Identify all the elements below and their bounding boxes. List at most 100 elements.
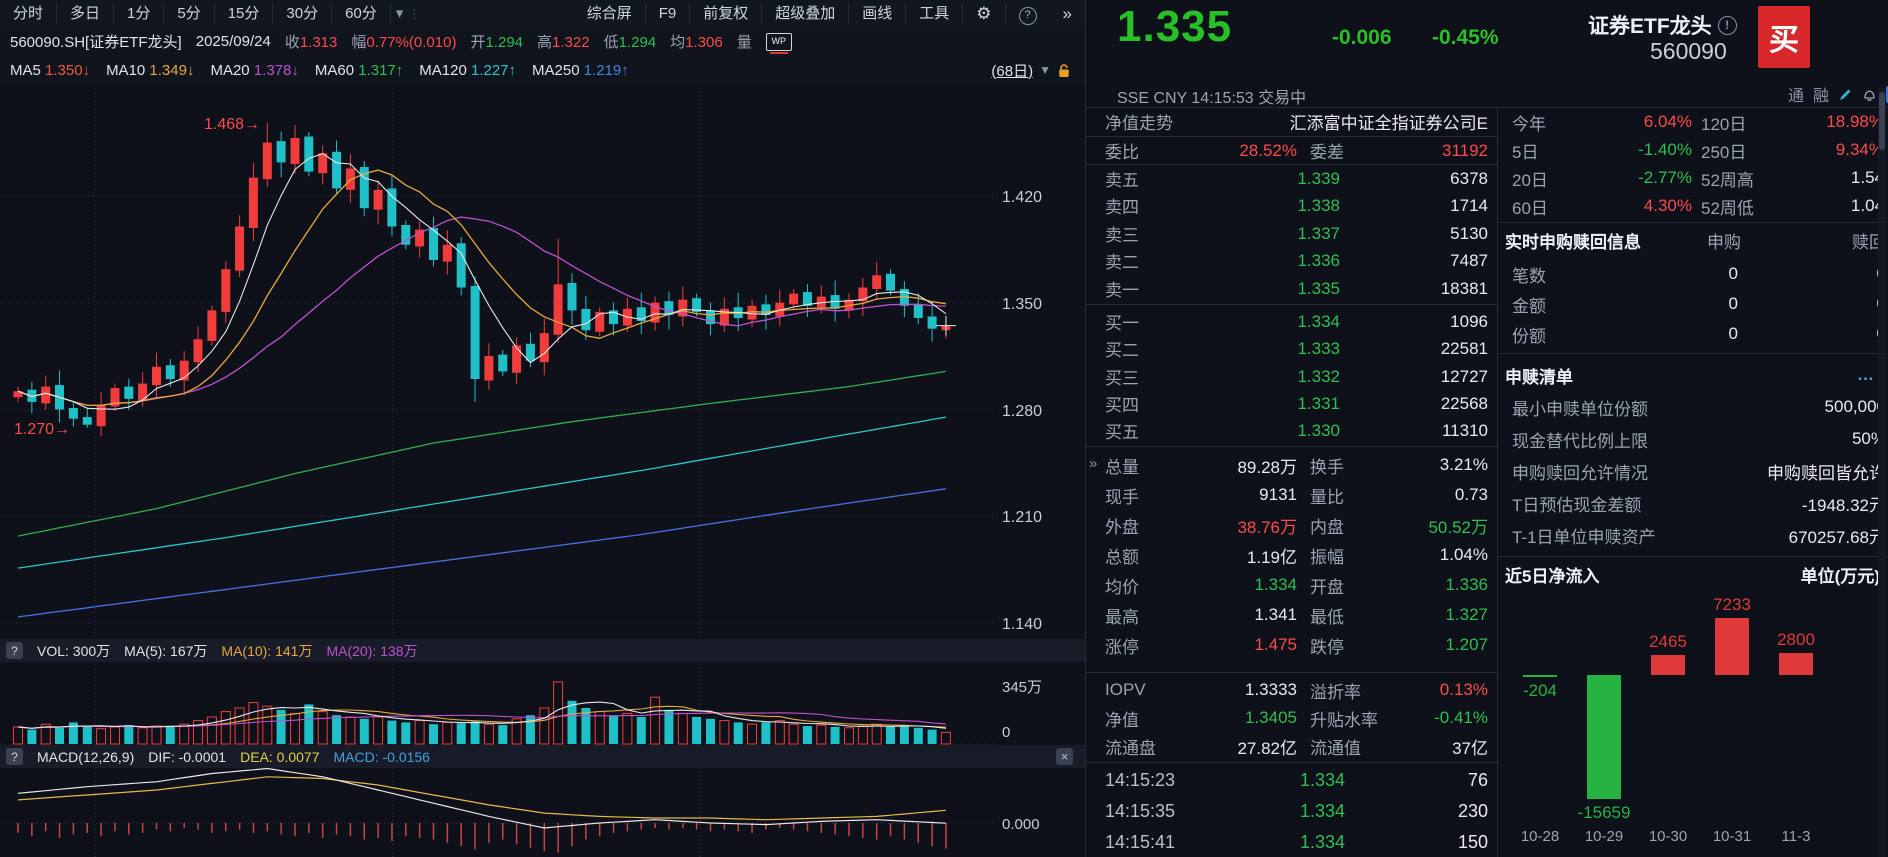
- bid-row-5[interactable]: 买五1.33011310: [1085, 417, 1497, 444]
- macd-dif: DIF: -0.0001: [148, 749, 226, 765]
- bar-range: 0.77%(0.010): [366, 34, 456, 51]
- bid-row-4[interactable]: 买四1.33122568: [1085, 390, 1497, 417]
- stat-row: 净值1.3405升贴水率-0.41%: [1085, 704, 1497, 732]
- net-inflow-chart: -20410-28-1565910-29246510-30723310-3128…: [1497, 584, 1880, 857]
- bar-vol-label: 量: [737, 31, 752, 52]
- perf-row: 今年6.04%120日18.98%: [1497, 108, 1888, 136]
- flow-bar: [1651, 655, 1685, 675]
- tab-5min[interactable]: 5分: [164, 3, 214, 24]
- bell-icon[interactable]: [1862, 87, 1877, 102]
- tick-row: 14:15:351.334230: [1085, 797, 1497, 826]
- volume-help-icon[interactable]: ?: [6, 642, 23, 659]
- macd-help-icon[interactable]: ?: [6, 748, 23, 765]
- fund-full-name: 汇添富中证全指证券公司E: [1290, 109, 1488, 134]
- svg-text:1.468→: 1.468→: [204, 116, 260, 133]
- ma250-value: 1.219↑: [584, 62, 629, 79]
- flow-value: 2800: [1756, 630, 1836, 650]
- price-change-pct: -0.45%: [1432, 26, 1499, 50]
- stat-row: 均价1.334开盘1.336: [1085, 570, 1497, 600]
- tab-15min[interactable]: 15分: [215, 3, 274, 24]
- bid-row-3[interactable]: 买三1.33212727: [1085, 363, 1497, 390]
- vol-value: VOL: 300万: [37, 641, 110, 661]
- window-range-selector[interactable]: (68日): [991, 60, 1033, 81]
- svg-text:1.140: 1.140: [1002, 616, 1042, 633]
- weibi-row: 委比 28.52% 委差 31192: [1085, 137, 1497, 164]
- volume-pane-header: ? VOL: 300万 MA(5): 167万 MA(10): 141万 MA(…: [0, 639, 1085, 662]
- gear-icon[interactable]: ⚙: [963, 3, 1005, 24]
- help-icon[interactable]: ?: [1006, 3, 1050, 24]
- ask-row-1[interactable]: 卖一1.33518381: [1085, 275, 1497, 302]
- stat-row: 总量89.28万换手3.21%: [1085, 450, 1497, 480]
- buy-button[interactable]: 买: [1758, 6, 1810, 68]
- symbol-label: 560090.SH[证券ETF龙头]: [10, 31, 182, 52]
- stat-row: IOPV1.3333溢折率0.13%: [1085, 676, 1497, 704]
- redeem-row: T-1日单位申赎资产670257.68元: [1497, 519, 1888, 551]
- redeem-row: T日预估现金差额-1948.32元: [1497, 487, 1888, 519]
- btn-super-overlay[interactable]: 超级叠加: [762, 3, 849, 24]
- btn-f9[interactable]: F9: [646, 3, 691, 24]
- collapse-right-icon[interactable]: »: [1089, 455, 1097, 472]
- btn-tools[interactable]: 工具: [906, 3, 963, 24]
- redeem-list-header: 申赎清单 …: [1497, 360, 1888, 390]
- tick-row: 14:15:411.334150: [1085, 828, 1497, 857]
- lock-icon[interactable]: [1057, 63, 1071, 78]
- flow-date: 10-29: [1572, 828, 1636, 845]
- ma120-value: 1.227↑: [471, 62, 516, 79]
- svg-text:1.420: 1.420: [1002, 189, 1042, 206]
- svg-text:345万: 345万: [1002, 679, 1042, 696]
- nav-row[interactable]: 净值走势 汇添富中证全指证券公司E: [1085, 108, 1497, 135]
- svg-text:1.210: 1.210: [1002, 509, 1042, 526]
- subscribe-row: 金额00: [1497, 289, 1888, 319]
- flow-date: 10-28: [1508, 828, 1572, 845]
- period-toolbar: 分时 多日 1分 5分 15分 30分 60分 ▾ ⋮ 综合屏 F9 前复权 超…: [0, 0, 1085, 27]
- bid-row-1[interactable]: 买一1.3341096: [1085, 308, 1497, 335]
- ma-value-bar: MA5 1.350↓ MA10 1.349↓ MA20 1.378↓ MA60 …: [0, 56, 1085, 84]
- scrollbar-track[interactable]: [1878, 88, 1886, 857]
- stat-row: 总额1.19亿振幅1.04%: [1085, 540, 1497, 570]
- ma5-value: 1.350↓: [45, 62, 90, 79]
- period-dropdown-icon[interactable]: ▾: [391, 3, 409, 24]
- wp-monitor-icon[interactable]: WP: [766, 33, 792, 51]
- flow-bar: [1715, 618, 1749, 675]
- subscribe-row: 份额00: [1497, 319, 1888, 349]
- tab-60min[interactable]: 60分: [332, 3, 391, 24]
- window-dropdown-icon[interactable]: ▼: [1039, 63, 1051, 77]
- tab-fenshi[interactable]: 分时: [0, 3, 57, 24]
- svg-text:1.280: 1.280: [1002, 403, 1042, 420]
- btn-forward-adjust[interactable]: 前复权: [690, 3, 762, 24]
- macd-value: MACD: -0.0156: [333, 749, 429, 765]
- edit-pencil-icon[interactable]: [1838, 87, 1853, 102]
- macd-dea: DEA: 0.0077: [240, 749, 319, 765]
- more-chevron-icon[interactable]: »: [1050, 3, 1085, 24]
- flow-value: -15659: [1564, 803, 1644, 823]
- candlestick-chart[interactable]: 1.468→1.270→1.4201.3501.2801.2101.140345…: [0, 0, 1085, 857]
- flow-value: 2465: [1628, 632, 1708, 652]
- tab-duori[interactable]: 多日: [57, 3, 114, 24]
- tab-1min[interactable]: 1分: [114, 3, 164, 24]
- quote-info-bar: 560090.SH[证券ETF龙头] 2025/09/24 收1.313 幅0.…: [0, 27, 1085, 56]
- tab-30min[interactable]: 30分: [273, 3, 332, 24]
- bar-date: 2025/09/24: [196, 33, 271, 50]
- bid-row-2[interactable]: 买二1.33322581: [1085, 335, 1497, 362]
- stat-row: 最高1.341最低1.327: [1085, 600, 1497, 630]
- ask-row-2[interactable]: 卖二1.3367487: [1085, 247, 1497, 274]
- scrollbar-thumb[interactable]: [1879, 92, 1885, 150]
- badge-rong[interactable]: 融: [1813, 82, 1829, 106]
- badge-tong[interactable]: 通: [1788, 82, 1804, 106]
- ask-row-3[interactable]: 卖三1.3375130: [1085, 220, 1497, 247]
- close-icon[interactable]: ×: [1056, 748, 1073, 765]
- flow-value: -204: [1500, 681, 1580, 701]
- more-button[interactable]: …: [1857, 365, 1874, 385]
- weibi-value: 28.52%: [1239, 141, 1297, 161]
- macd-title: MACD(12,26,9): [37, 749, 134, 765]
- bar-avg: 1.306: [685, 34, 723, 51]
- subscribe-header: 实时申购赎回信息 申购 赎回: [1497, 226, 1888, 254]
- ask-row-4[interactable]: 卖四1.3381714: [1085, 192, 1497, 219]
- btn-composite-screen[interactable]: 综合屏: [574, 3, 646, 24]
- btn-draw-line[interactable]: 画线: [849, 3, 906, 24]
- flow-bar: [1779, 653, 1813, 675]
- info-icon[interactable]: !: [1718, 16, 1737, 35]
- bar-high: 1.322: [552, 34, 590, 51]
- ask-row-5[interactable]: 卖五1.3396378: [1085, 165, 1497, 192]
- flow-date: 10-30: [1636, 828, 1700, 845]
